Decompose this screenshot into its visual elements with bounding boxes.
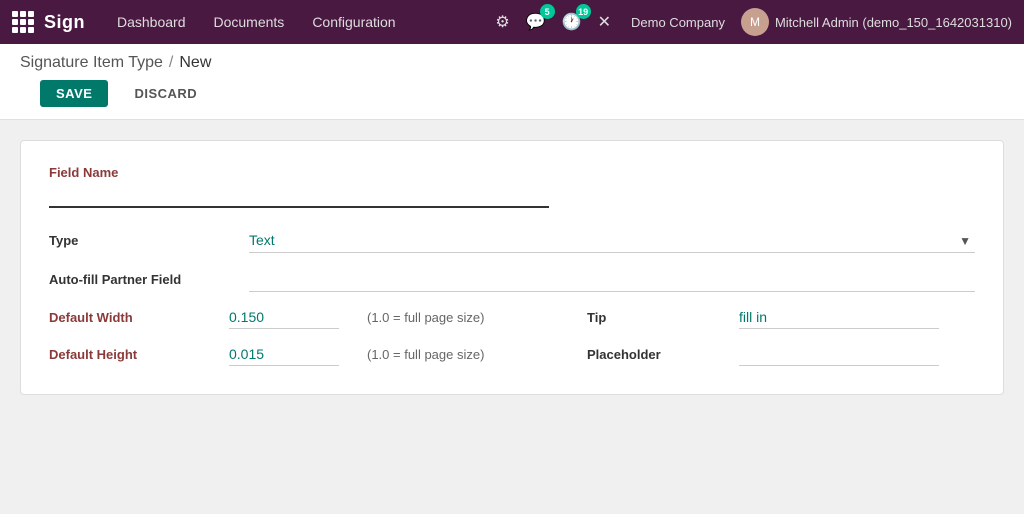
topnav-right: ⚙ 💬 5 🕐 19 ✕ Demo Company M Mitchell Adm… — [491, 8, 1012, 36]
tip-input[interactable] — [739, 306, 939, 329]
settings-icon-btn[interactable]: ⚙ — [491, 8, 513, 36]
default-width-label: Default Width — [49, 310, 229, 325]
discard-button[interactable]: DISCARD — [118, 80, 213, 107]
save-button[interactable]: SAVE — [40, 80, 108, 107]
autofill-value — [249, 267, 975, 292]
nav-links: Dashboard Documents Configuration — [103, 0, 491, 44]
field-name-label: Field Name — [49, 165, 975, 180]
nav-configuration[interactable]: Configuration — [298, 0, 409, 44]
top-navigation: Sign Dashboard Documents Configuration ⚙… — [0, 0, 1024, 44]
autofill-row: Auto-fill Partner Field — [49, 267, 975, 292]
default-height-input[interactable] — [229, 343, 339, 366]
user-name: Mitchell Admin (demo_150_1642031310) — [775, 15, 1012, 30]
type-label: Type — [49, 233, 249, 248]
avatar: M — [741, 8, 769, 36]
placeholder-label: Placeholder — [579, 347, 659, 362]
placeholder-input[interactable] — [739, 343, 939, 366]
tip-label: Tip — [579, 310, 659, 325]
autofill-label: Auto-fill Partner Field — [49, 272, 249, 287]
default-height-label: Default Height — [49, 347, 229, 362]
nav-dashboard[interactable]: Dashboard — [103, 0, 200, 44]
user-menu[interactable]: M Mitchell Admin (demo_150_1642031310) — [741, 8, 1012, 36]
default-height-hint: (1.0 = full page size) — [359, 347, 579, 362]
notifications-icon-btn[interactable]: 💬 5 — [522, 8, 550, 36]
breadcrumb-toolbar-area: Signature Item Type / New SAVE DISCARD — [0, 44, 1024, 120]
app-brand: Sign — [44, 12, 85, 33]
breadcrumb-parent[interactable]: Signature Item Type — [20, 54, 163, 72]
breadcrumb-separator: / — [169, 54, 173, 72]
main-content: Field Name Type Text Signature Initial D… — [0, 120, 1024, 506]
messages-icon-btn[interactable]: 🕐 19 — [558, 8, 586, 36]
form-card: Field Name Type Text Signature Initial D… — [20, 140, 1004, 395]
field-name-input[interactable] — [49, 184, 549, 208]
messages-badge: 19 — [576, 4, 591, 19]
form-toolbar: SAVE DISCARD — [20, 72, 1004, 119]
close-icon-btn[interactable]: ✕ — [594, 8, 615, 36]
breadcrumb: Signature Item Type / New — [20, 54, 1004, 72]
default-width-input[interactable] — [229, 306, 339, 329]
bottom-grid: Default Width (1.0 = full page size) Tip… — [49, 306, 975, 366]
type-row: Type Text Signature Initial Date Checkbo… — [49, 228, 975, 253]
type-select[interactable]: Text Signature Initial Date Checkbox — [249, 228, 975, 253]
type-select-wrapper: Text Signature Initial Date Checkbox ▼ — [249, 228, 975, 253]
default-width-hint: (1.0 = full page size) — [359, 310, 579, 325]
company-name: Demo Company — [631, 15, 725, 30]
autofill-input[interactable] — [249, 267, 975, 292]
field-name-group: Field Name — [49, 165, 975, 208]
nav-documents[interactable]: Documents — [200, 0, 299, 44]
apps-menu-icon[interactable] — [12, 11, 34, 33]
breadcrumb-current: New — [179, 54, 211, 72]
notifications-badge: 5 — [540, 4, 555, 19]
